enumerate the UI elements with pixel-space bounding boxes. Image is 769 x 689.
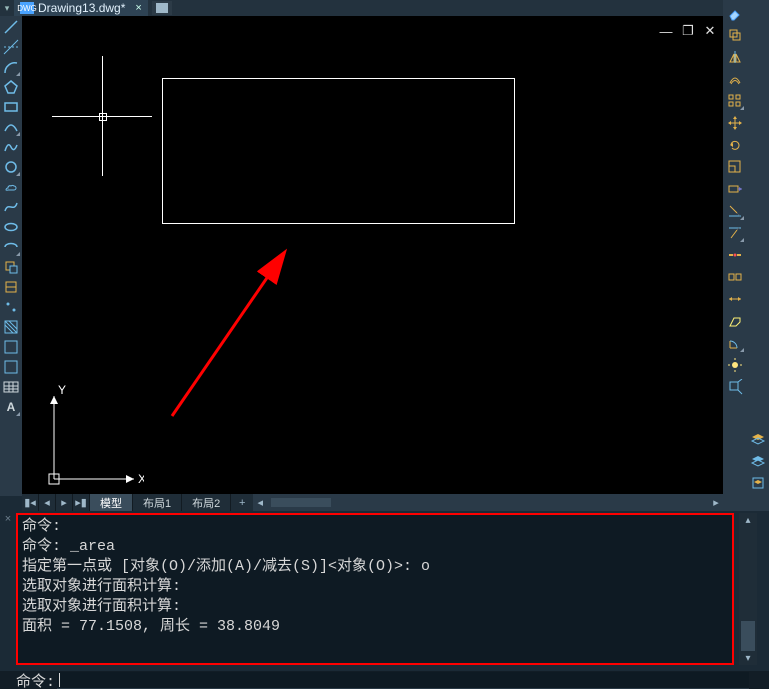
- layout-nav-prev-icon[interactable]: ◂: [39, 494, 56, 511]
- command-history[interactable]: 命令: 命令: _area 指定第一点或 [对象(O)/添加(A)/减去(S)]…: [16, 513, 734, 665]
- arc3pt-tool-icon[interactable]: [2, 118, 20, 136]
- file-tabstrip: ▾ DWG Drawing13.dwg* ×: [0, 0, 769, 16]
- array-tool-icon[interactable]: [726, 92, 744, 110]
- cmd-line: 指定第一点或 [对象(O)/添加(A)/减去(S)]<对象(O)>: o: [22, 557, 728, 577]
- move-tool-icon[interactable]: [726, 114, 744, 132]
- polyline-tool-icon[interactable]: [2, 138, 20, 156]
- vscroll-thumb[interactable]: [741, 621, 755, 651]
- layer-walk-icon[interactable]: [749, 452, 767, 470]
- right-toolbars: [723, 0, 769, 511]
- break-tool-icon[interactable]: [726, 268, 744, 286]
- viewport-close-icon[interactable]: ✕: [703, 24, 717, 38]
- tab-layout2[interactable]: 布局2: [182, 494, 231, 511]
- join-tool-icon[interactable]: [726, 290, 744, 308]
- new-file-tab-button[interactable]: [152, 1, 172, 15]
- ucs-y-label: Y: [58, 384, 66, 397]
- fillet-tool-icon[interactable]: [726, 334, 744, 352]
- viewport-window-controls: — ❐ ✕: [659, 24, 717, 38]
- vscroll-down-icon[interactable]: ▾: [739, 651, 757, 665]
- new-file-icon: [156, 3, 168, 13]
- layout-nav-first-icon[interactable]: ▮◂: [22, 494, 39, 511]
- table-tool-icon[interactable]: [2, 378, 20, 396]
- draw-toolbar: A: [0, 16, 22, 496]
- mtext-tool-icon[interactable]: A: [2, 398, 20, 416]
- command-panel-close-icon[interactable]: ×: [2, 513, 14, 525]
- vscroll-up-icon[interactable]: ▴: [739, 513, 757, 527]
- cmd-line: 命令: _area: [22, 537, 728, 557]
- drawn-rectangle[interactable]: [162, 78, 515, 224]
- viewport-restore-icon[interactable]: ❐: [681, 24, 695, 38]
- xline-tool-icon[interactable]: [2, 38, 20, 56]
- arc-tool-icon[interactable]: [2, 58, 20, 76]
- canvas-hscrollbar[interactable]: ◂ ▸: [253, 494, 723, 511]
- ellipse-arc-tool-icon[interactable]: [2, 238, 20, 256]
- region-tool-icon[interactable]: [2, 358, 20, 376]
- mirror-tool-icon[interactable]: [726, 48, 744, 66]
- ucs-x-label: X: [138, 472, 144, 486]
- stretch-tool-icon[interactable]: [726, 180, 744, 198]
- tabstrip-dropdown-icon[interactable]: ▾: [0, 0, 14, 16]
- extend-tool-icon[interactable]: [726, 224, 744, 242]
- rotate-tool-icon[interactable]: [726, 136, 744, 154]
- polygon-tool-icon[interactable]: [2, 78, 20, 96]
- cmd-line: 面积 = 77.1508, 周长 = 38.8049: [22, 617, 728, 637]
- spline-tool-icon[interactable]: [2, 198, 20, 216]
- command-history-scrollbar[interactable]: ▴ ▾: [739, 513, 757, 665]
- viewport-minimize-icon[interactable]: —: [659, 24, 673, 38]
- erase-tool-icon[interactable]: [726, 4, 744, 22]
- layer-stack-icon[interactable]: [749, 430, 767, 448]
- copy-tool-icon[interactable]: [726, 26, 744, 44]
- revcloud-tool-icon[interactable]: [2, 178, 20, 196]
- line-tool-icon[interactable]: [2, 18, 20, 36]
- annotation-arrow: [162, 246, 302, 426]
- command-panel: × 命令: 命令: _area 指定第一点或 [对象(O)/添加(A)/减去(S…: [0, 511, 769, 671]
- gradient-tool-icon[interactable]: [2, 338, 20, 356]
- cmd-line: 选取对象进行面积计算:: [22, 577, 728, 597]
- dwg-file-icon: DWG: [20, 2, 34, 14]
- light-tool-icon[interactable]: [726, 356, 744, 374]
- trim-tool-icon[interactable]: [726, 202, 744, 220]
- create-block-tool-icon[interactable]: [2, 278, 20, 296]
- ellipse-tool-icon[interactable]: [2, 218, 20, 236]
- modify-toolbar: [723, 0, 746, 511]
- drawing-canvas[interactable]: — ❐ ✕ X Y: [22, 16, 723, 494]
- layout-nav-next-icon[interactable]: ▸: [56, 494, 73, 511]
- ucs-icon: X Y: [34, 384, 144, 494]
- insert-block-tool-icon[interactable]: [2, 258, 20, 276]
- break-point-tool-icon[interactable]: [726, 246, 744, 264]
- file-tab-active[interactable]: DWG Drawing13.dwg* ×: [14, 0, 148, 16]
- command-input-row: 命令:: [0, 671, 769, 689]
- scale-tool-icon[interactable]: [726, 158, 744, 176]
- layout-nav-last-icon[interactable]: ▸▮: [73, 494, 90, 511]
- layout-tabstrip: ▮◂ ◂ ▸ ▸▮ 模型 布局1 布局2 + ◂ ▸: [22, 494, 723, 511]
- hscroll-thumb[interactable]: [271, 498, 331, 507]
- layer-toolbar: [746, 0, 769, 511]
- tab-model[interactable]: 模型: [90, 494, 133, 511]
- chamfer-tool-icon[interactable]: [726, 312, 744, 330]
- command-prompt-label: 命令:: [0, 670, 57, 689]
- tab-layout1[interactable]: 布局1: [133, 494, 182, 511]
- rectangle-tool-icon[interactable]: [2, 98, 20, 116]
- crosshair-cursor: [52, 56, 152, 176]
- hscroll-right-icon[interactable]: ▸: [709, 496, 723, 509]
- circle-tool-icon[interactable]: [2, 158, 20, 176]
- point-tool-icon[interactable]: [2, 298, 20, 316]
- add-layout-button[interactable]: +: [231, 494, 253, 511]
- hatch-tool-icon[interactable]: [2, 318, 20, 336]
- file-tab-label: Drawing13.dwg*: [38, 1, 125, 15]
- cmd-line: 命令:: [22, 517, 728, 537]
- app-root: ▾ DWG Drawing13.dwg* × A: [0, 0, 769, 689]
- command-input[interactable]: [57, 672, 749, 689]
- hscroll-left-icon[interactable]: ◂: [253, 496, 267, 509]
- cmd-line: 选取对象进行面积计算:: [22, 597, 728, 617]
- layer-paste-icon[interactable]: [749, 474, 767, 492]
- explode-tool-icon[interactable]: [726, 378, 744, 396]
- offset-tool-icon[interactable]: [726, 70, 744, 88]
- file-tab-close-icon[interactable]: ×: [129, 2, 141, 14]
